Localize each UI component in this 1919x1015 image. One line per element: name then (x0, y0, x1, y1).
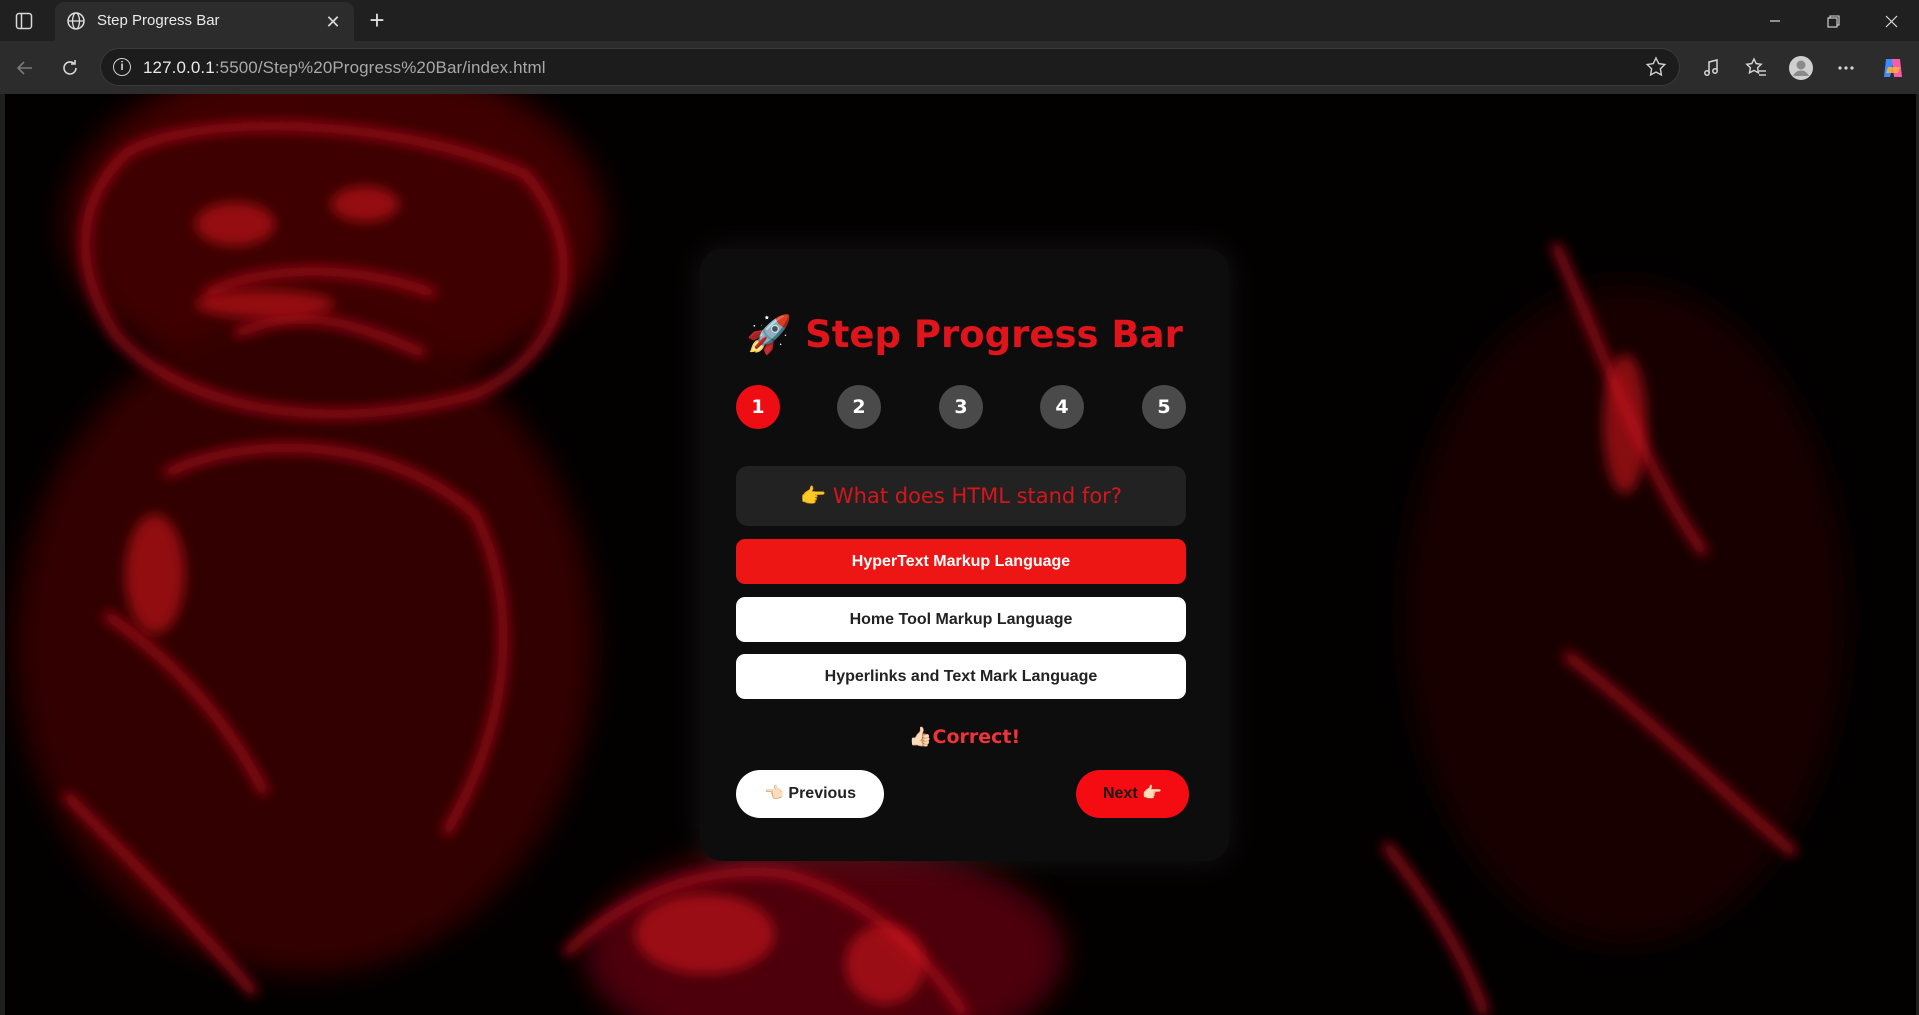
url-host: 127.0.0.1 (143, 58, 215, 77)
media-music-icon[interactable] (1696, 53, 1726, 83)
left-hand-icon: 👈🏻 (764, 785, 784, 802)
question-box: 👉 What does HTML stand for? (736, 466, 1186, 526)
url-path: :5500/Step%20Progress%20Bar/index.html (214, 58, 546, 77)
step-3[interactable]: 3 (939, 385, 983, 429)
restore-icon[interactable] (1810, 6, 1856, 36)
page-title: 🚀 Step Progress Bar (700, 313, 1229, 357)
more-menu-icon[interactable] (1831, 53, 1861, 83)
answer-option-3[interactable]: Hyperlinks and Text Mark Language (736, 654, 1186, 699)
feedback-text: Correct! (932, 726, 1021, 748)
favorite-star-icon[interactable] (1645, 56, 1667, 78)
rocket-icon: 🚀 (746, 313, 793, 356)
address-bar[interactable]: i 127.0.0.1:5500/Step%20Progress%20Bar/i… (100, 48, 1680, 86)
minimize-icon[interactable] (1752, 6, 1798, 36)
previous-button[interactable]: 👈🏻 Previous (736, 770, 884, 818)
url-text: 127.0.0.1:5500/Step%20Progress%20Bar/ind… (143, 58, 546, 78)
close-window-icon[interactable] (1868, 6, 1914, 36)
step-1[interactable]: 1 (736, 385, 780, 429)
feedback-message: 👍🏻Correct! (700, 725, 1229, 748)
tab-close-icon[interactable]: ✕ (322, 11, 344, 33)
step-2[interactable]: 2 (837, 385, 881, 429)
page-title-text: Step Progress Bar (805, 313, 1183, 356)
tab-title: Step Progress Bar (97, 12, 220, 29)
answer-option-2[interactable]: Home Tool Markup Language (736, 597, 1186, 642)
step-5[interactable]: 5 (1142, 385, 1186, 429)
thumbs-up-icon: 👍🏻 (908, 726, 933, 748)
page-viewport: 🚀 Step Progress Bar 1 2 3 4 5 👉 What doe… (5, 94, 1916, 1015)
question-text: What does HTML stand for? (832, 484, 1122, 508)
favorites-icon[interactable] (1741, 53, 1771, 83)
right-hand-icon: 👉🏻 (1142, 785, 1163, 802)
answer-option-1[interactable]: HyperText Markup Language (736, 539, 1186, 584)
site-info-icon[interactable]: i (113, 58, 131, 76)
step-4[interactable]: 4 (1040, 385, 1084, 429)
globe-icon (65, 10, 87, 32)
copilot-icon[interactable] (1878, 53, 1908, 83)
sidebar-toggle-icon[interactable] (12, 9, 36, 33)
next-button[interactable]: Next 👉🏻 (1076, 770, 1189, 818)
previous-label: Previous (788, 785, 856, 802)
reload-icon[interactable] (55, 53, 85, 83)
back-icon[interactable] (10, 53, 40, 83)
browser-tab-bar: Step Progress Bar ✕ + (0, 0, 1919, 41)
profile-avatar-icon[interactable] (1786, 53, 1816, 83)
browser-tab[interactable]: Step Progress Bar ✕ (55, 2, 354, 41)
progress-card: 🚀 Step Progress Bar 1 2 3 4 5 👉 What doe… (700, 249, 1229, 861)
next-label: Next (1102, 785, 1138, 802)
pointing-hand-icon: 👉 (800, 484, 827, 508)
browser-toolbar: i 127.0.0.1:5500/Step%20Progress%20Bar/i… (0, 41, 1919, 94)
step-indicator: 1 2 3 4 5 (736, 385, 1186, 429)
new-tab-button[interactable]: + (363, 7, 391, 35)
